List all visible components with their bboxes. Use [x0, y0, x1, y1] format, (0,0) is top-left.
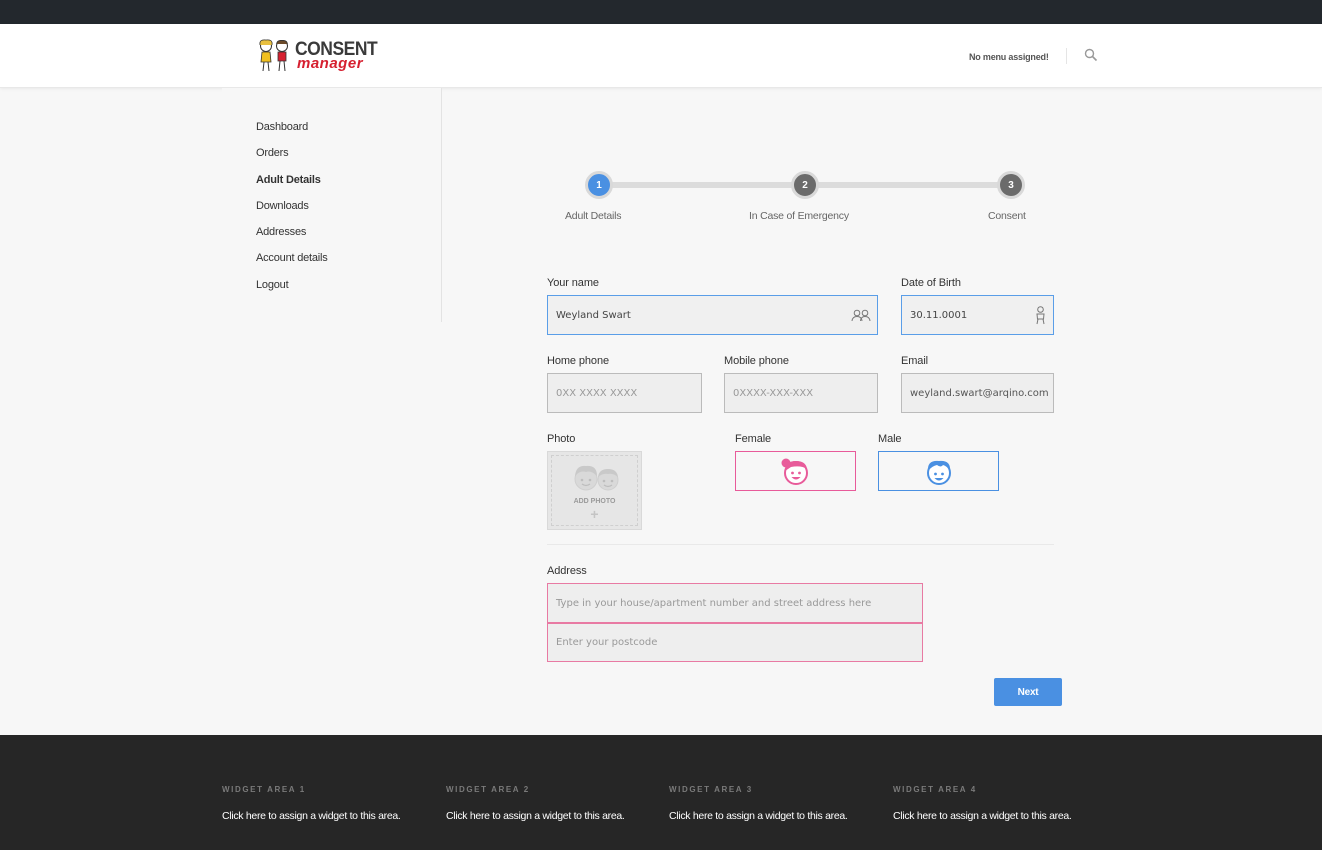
- step-1-indicator[interactable]: 1: [585, 171, 613, 199]
- widget-assign-link[interactable]: Click here to assign a widget to this ar…: [893, 810, 1103, 822]
- name-input[interactable]: Weyland Swart: [547, 295, 878, 335]
- footer-widget-3: WIDGET AREA 3 Click here to assign a wid…: [669, 785, 879, 822]
- dob-value: 30.11.0001: [910, 309, 968, 321]
- email-label: Email: [901, 355, 929, 367]
- mobile-phone-label: Mobile phone: [724, 355, 789, 367]
- step-2-indicator[interactable]: 2: [791, 171, 819, 199]
- step-connector-2: [818, 182, 998, 188]
- logo-subtitle: manager: [297, 55, 364, 72]
- mobile-phone-input[interactable]: 0XXXX-XXX-XXX: [724, 373, 878, 413]
- site-header: CONSENT manager No menu assigned!: [0, 24, 1322, 88]
- female-option[interactable]: [735, 451, 856, 491]
- plus-icon: +: [590, 506, 599, 522]
- widget-title: WIDGET AREA 1: [222, 785, 306, 794]
- home-phone-input[interactable]: 0XX XXXX XXXX: [547, 373, 702, 413]
- step-2-label: In Case of Emergency: [749, 210, 849, 222]
- address-placeholder: Type in your house/apartment number and …: [556, 597, 872, 609]
- mobile-phone-placeholder: 0XXXX-XXX-XXX: [733, 387, 814, 399]
- postcode-input[interactable]: Enter your postcode: [547, 623, 923, 662]
- dob-label: Date of Birth: [901, 277, 961, 289]
- site-logo[interactable]: CONSENT manager: [255, 38, 380, 74]
- widget-title: WIDGET AREA 4: [893, 785, 977, 794]
- footer-widget-2: WIDGET AREA 2 Click here to assign a wid…: [446, 785, 656, 822]
- people-icon: [851, 309, 871, 322]
- sidebar-item-logout[interactable]: Logout: [256, 278, 328, 304]
- step-3-label: Consent: [988, 210, 1026, 222]
- section-divider: [547, 544, 1054, 545]
- menu-notice: No menu assigned!: [969, 52, 1049, 62]
- header-divider: [1066, 48, 1067, 64]
- step-3-indicator[interactable]: 3: [997, 171, 1025, 199]
- step-1-label: Adult Details: [565, 210, 622, 222]
- postcode-placeholder: Enter your postcode: [556, 637, 658, 648]
- footer-widget-4: WIDGET AREA 4 Click here to assign a wid…: [893, 785, 1103, 822]
- sidebar-item-dashboard[interactable]: Dashboard: [256, 120, 328, 146]
- site-footer: WIDGET AREA 1 Click here to assign a wid…: [0, 735, 1322, 850]
- photo-label: Photo: [547, 433, 576, 445]
- address-label: Address: [547, 565, 587, 577]
- add-photo-label: ADD PHOTO: [573, 498, 616, 505]
- step-connector-1: [612, 182, 792, 188]
- email-input[interactable]: weyland.swart@arqino.com: [901, 373, 1054, 413]
- dob-input[interactable]: 30.11.0001: [901, 295, 1054, 335]
- sidebar-item-account-details[interactable]: Account details: [256, 251, 328, 277]
- widget-assign-link[interactable]: Click here to assign a widget to this ar…: [222, 810, 432, 822]
- kids-placeholder-icon: [574, 465, 619, 491]
- male-label: Male: [878, 433, 902, 445]
- account-sidebar: Dashboard Orders Adult Details Downloads…: [222, 88, 442, 322]
- female-label: Female: [735, 433, 772, 445]
- address-input[interactable]: Type in your house/apartment number and …: [547, 583, 923, 623]
- search-icon[interactable]: [1084, 48, 1098, 62]
- home-phone-label: Home phone: [547, 355, 609, 367]
- name-value: Weyland Swart: [556, 309, 631, 321]
- widget-assign-link[interactable]: Click here to assign a widget to this ar…: [669, 810, 879, 822]
- kids-logo-icon: [259, 39, 288, 72]
- next-button[interactable]: Next: [994, 678, 1062, 706]
- add-photo-button[interactable]: ADD PHOTO +: [547, 451, 642, 530]
- girl-face-icon: [781, 458, 808, 485]
- footer-widget-1: WIDGET AREA 1 Click here to assign a wid…: [222, 785, 432, 822]
- sidebar-item-downloads[interactable]: Downloads: [256, 199, 328, 225]
- baby-icon: [1036, 306, 1045, 325]
- home-phone-placeholder: 0XX XXXX XXXX: [556, 387, 638, 399]
- male-option[interactable]: [878, 451, 999, 491]
- sidebar-item-orders[interactable]: Orders: [256, 146, 328, 172]
- name-label: Your name: [547, 277, 599, 289]
- sidebar-item-adult-details[interactable]: Adult Details: [256, 173, 328, 199]
- boy-face-icon: [926, 460, 951, 485]
- admin-top-bar: [0, 0, 1322, 24]
- email-value: weyland.swart@arqino.com: [910, 387, 1049, 399]
- widget-title: WIDGET AREA 3: [669, 785, 753, 794]
- sidebar-item-addresses[interactable]: Addresses: [256, 225, 328, 251]
- widget-assign-link[interactable]: Click here to assign a widget to this ar…: [446, 810, 656, 822]
- widget-title: WIDGET AREA 2: [446, 785, 530, 794]
